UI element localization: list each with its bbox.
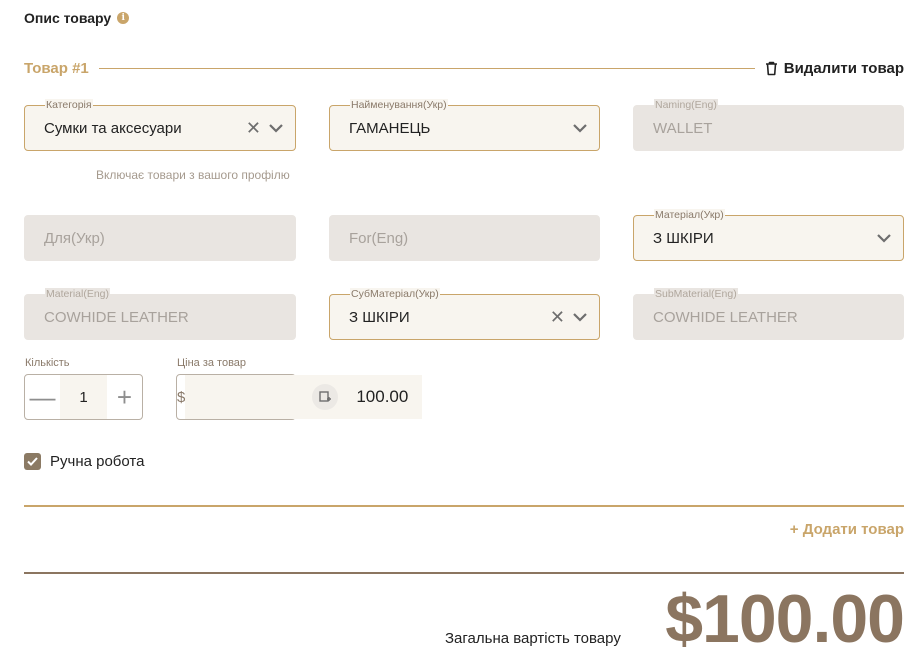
trash-icon (765, 61, 777, 75)
quantity-stepper[interactable]: — 1 + (24, 374, 143, 420)
naming-eng-field: Naming(Eng) WALLET (633, 99, 904, 151)
total-label: Загальна вартість товару (445, 630, 621, 647)
name-ukr-value: ГАМАНЕЦЬ (349, 120, 431, 137)
chevron-down-icon[interactable] (571, 308, 589, 326)
copy-button[interactable] (312, 384, 338, 410)
submaterial-eng-label: SubMaterial(Eng) (654, 288, 738, 300)
submaterial-ukr-value: З ШКІРИ (349, 309, 410, 326)
category-select[interactable]: Категорія Сумки та аксесуари ✕ (24, 99, 296, 151)
add-item-button[interactable]: + Додати товар (790, 521, 904, 538)
name-ukr-select[interactable]: Найменування(Укр) ГАМАНЕЦЬ (329, 99, 600, 151)
item-title: Товар #1 (24, 59, 89, 77)
handmade-checkbox[interactable] (24, 453, 41, 470)
submaterial-ukr-label: СубМатеріал(Укр) (350, 288, 440, 300)
category-hint: Включає товари з вашого профілю (96, 168, 290, 182)
total-divider (24, 572, 904, 574)
item-header-divider (98, 67, 755, 69)
chevron-down-icon[interactable] (875, 229, 893, 247)
currency-symbol: $ (177, 388, 186, 406)
decrement-button[interactable]: — (25, 375, 60, 419)
category-label: Категорія (45, 99, 93, 111)
clear-icon[interactable]: ✕ (246, 119, 261, 137)
section-title: Опис товару i (24, 10, 130, 26)
for-ukr-placeholder: Для(Укр) (44, 230, 105, 247)
material-ukr-value: З ШКІРИ (653, 230, 714, 247)
quantity-label: Кількість (25, 357, 70, 369)
material-eng-label: Material(Eng) (45, 288, 111, 300)
naming-eng-label: Naming(Eng) (654, 99, 718, 111)
naming-eng-value: WALLET (653, 120, 713, 137)
price-label: Ціна за товар (177, 357, 247, 369)
category-value: Сумки та аксесуари (44, 120, 182, 137)
checkmark-icon (27, 457, 38, 466)
delete-item-label: Видалити товар (783, 59, 904, 77)
handmade-label: Ручна робота (50, 453, 145, 470)
item-header: Товар #1 Видалити товар (24, 57, 904, 79)
submaterial-eng-field: SubMaterial(Eng) COWHIDE LEATHER (633, 288, 904, 340)
quantity-value[interactable]: 1 (60, 375, 107, 419)
for-eng-placeholder: For(Eng) (349, 230, 409, 247)
increment-button[interactable]: + (107, 375, 142, 419)
items-divider (24, 505, 904, 507)
chevron-down-icon[interactable] (571, 119, 589, 137)
info-icon[interactable]: i (117, 12, 130, 24)
material-ukr-select[interactable]: Матеріал(Укр) З ШКІРИ (633, 209, 904, 261)
total-value: $100.00 (665, 581, 905, 657)
delete-item-button[interactable]: Видалити товар (765, 60, 904, 77)
material-eng-field: Material(Eng) COWHIDE LEATHER (24, 288, 296, 340)
copy-icon (319, 391, 331, 402)
price-field[interactable]: $ (176, 374, 423, 420)
clear-icon[interactable]: ✕ (550, 308, 565, 326)
for-eng-field: For(Eng) (329, 215, 600, 261)
material-ukr-label: Матеріал(Укр) (654, 209, 725, 221)
submaterial-ukr-select[interactable]: СубМатеріал(Укр) З ШКІРИ ✕ (329, 288, 600, 340)
material-eng-value: COWHIDE LEATHER (44, 309, 189, 326)
section-title-text: Опис товару (24, 10, 112, 26)
submaterial-eng-value: COWHIDE LEATHER (653, 309, 798, 326)
name-ukr-label: Найменування(Укр) (350, 99, 448, 111)
chevron-down-icon[interactable] (267, 119, 285, 137)
price-input[interactable] (185, 375, 423, 419)
for-ukr-field: Для(Укр) (24, 215, 296, 261)
